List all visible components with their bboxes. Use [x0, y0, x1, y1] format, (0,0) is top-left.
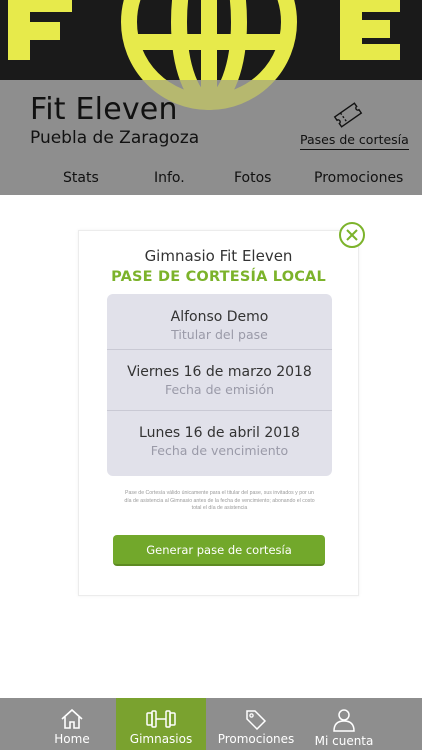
nav-gimnasios[interactable]: Gimnasios — [116, 698, 206, 750]
gym-name: Fit Eleven — [30, 92, 178, 127]
nav-home-label: Home — [54, 732, 90, 746]
ticket-icon — [333, 102, 363, 128]
nav-gimnasios-label: Gimnasios — [129, 732, 193, 746]
home-icon — [61, 708, 83, 729]
close-icon[interactable] — [338, 221, 366, 249]
issued-label: Fecha de emisión — [164, 382, 275, 397]
card-pass-title: PASE DE CORTESÍA LOCAL — [111, 269, 326, 285]
nav-promociones-label: Promociones — [217, 732, 295, 746]
expires-row: Lunes 16 de abril 2018 Fecha de vencimie… — [107, 425, 332, 458]
courtesy-pass-card: Gimnasio Fit Eleven PASE DE CORTESÍA LOC… — [78, 230, 359, 596]
generate-pass-button[interactable]: Generar pase de cortesía — [113, 535, 325, 566]
nav-mi-cuenta[interactable]: Mi cuenta — [306, 698, 382, 750]
dumbbell-icon — [146, 710, 176, 728]
holder-label: Titular del pase — [171, 327, 268, 342]
courtesy-passes-label: Pases de cortesía — [300, 132, 409, 150]
expires-date: Lunes 16 de abril 2018 — [139, 425, 300, 441]
user-icon — [333, 709, 355, 732]
issued-row: Viernes 16 de marzo 2018 Fecha de emisió… — [107, 364, 332, 397]
pass-details: Alfonso Demo Titular del pase Viernes 16… — [107, 294, 332, 476]
nav-promociones[interactable]: Promociones — [206, 698, 306, 750]
tab-promociones[interactable]: Promociones — [314, 170, 403, 186]
card-gym-title: Gimnasio Fit Eleven — [144, 247, 293, 265]
tab-stats[interactable]: Stats — [63, 170, 99, 186]
nav-mi-cuenta-label: Mi cuenta — [314, 734, 374, 748]
gym-tabs: Stats Info. Fotos Promociones — [0, 165, 422, 193]
courtesy-passes-link[interactable]: Pases de cortesía — [300, 100, 409, 150]
tab-info[interactable]: Info. — [154, 170, 185, 186]
divider — [107, 410, 332, 411]
holder-row: Alfonso Demo Titular del pase — [107, 309, 332, 342]
issued-date: Viernes 16 de marzo 2018 — [127, 364, 312, 380]
holder-name: Alfonso Demo — [170, 309, 269, 325]
nav-home[interactable]: Home — [28, 698, 116, 750]
expires-label: Fecha de vencimiento — [150, 443, 289, 458]
fineprint: Pase de Cortesía válido únicamente para … — [124, 490, 315, 511]
bottom-nav: Home Gimnasios Promociones Mi cuenta — [0, 698, 422, 750]
tab-fotos[interactable]: Fotos — [234, 170, 271, 186]
divider — [107, 349, 332, 350]
tag-icon — [246, 710, 267, 730]
gym-city: Puebla de Zaragoza — [30, 128, 200, 148]
